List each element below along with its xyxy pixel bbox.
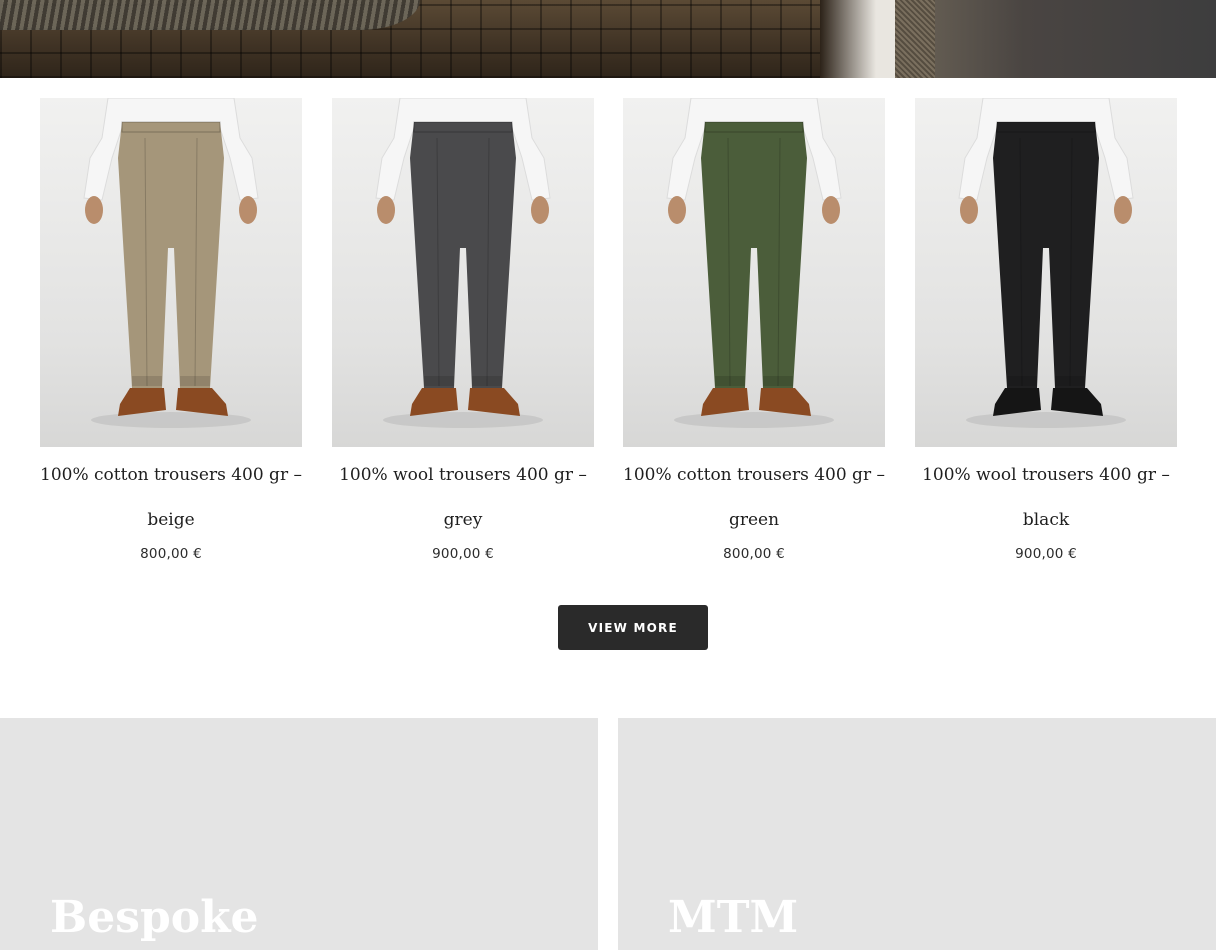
product-title-line1[interactable]: 100% cotton trousers 400 gr – [623, 465, 885, 485]
product-price: 900,00 € [1015, 546, 1077, 562]
product-title-line2[interactable]: beige [147, 510, 194, 530]
right-hand [822, 196, 840, 224]
hero-fabric-right [895, 0, 1216, 78]
waistband [121, 121, 221, 133]
product-price: 900,00 € [432, 546, 494, 562]
category-card-bespoke[interactable]: Bespoke [0, 718, 598, 950]
view-more-button[interactable]: VIEW MORE [558, 605, 708, 650]
left-shoe [993, 388, 1041, 416]
product-price: 800,00 € [723, 546, 785, 562]
product-card-black[interactable]: 100% wool trousers 400 gr – black 900,00… [915, 98, 1177, 562]
model-illustration [666, 98, 842, 428]
product-image[interactable] [40, 98, 302, 447]
product-title[interactable]: 100% cotton trousers 400 gr – beige [40, 447, 302, 543]
product-card-green[interactable]: 100% cotton trousers 400 gr – green 800,… [623, 98, 885, 562]
left-cuff [1007, 376, 1037, 386]
product-title[interactable]: 100% wool trousers 400 gr – black [915, 447, 1177, 543]
right-cuff [1055, 376, 1085, 386]
product-image[interactable] [623, 98, 885, 447]
right-shoe [759, 388, 811, 416]
product-title-line2[interactable]: green [729, 510, 779, 530]
product-title-line1[interactable]: 100% cotton trousers 400 gr – [40, 465, 302, 485]
trousers-shape [993, 122, 1099, 388]
hero-fabric-swatch [0, 0, 420, 30]
right-cuff [472, 376, 502, 386]
product-image[interactable] [332, 98, 594, 447]
product-card-beige[interactable]: 100% cotton trousers 400 gr – beige 800,… [40, 98, 302, 562]
trousers-shape [701, 122, 807, 388]
right-shoe [176, 388, 228, 416]
right-hand [239, 196, 257, 224]
model-illustration [83, 98, 259, 428]
right-cuff [180, 376, 210, 386]
product-card-grey[interactable]: 100% wool trousers 400 gr – grey 900,00 … [332, 98, 594, 562]
left-shoe [410, 388, 458, 416]
model-illustration [375, 98, 551, 428]
product-title-line1[interactable]: 100% wool trousers 400 gr – [922, 465, 1170, 485]
product-title[interactable]: 100% wool trousers 400 gr – grey [332, 447, 594, 543]
product-image[interactable] [915, 98, 1177, 447]
right-hand [1114, 196, 1132, 224]
right-shoe [1051, 388, 1103, 416]
product-title-line2[interactable]: grey [444, 510, 483, 530]
left-hand [85, 196, 103, 224]
waistband [996, 121, 1096, 133]
hero-tweed-edge [895, 0, 935, 78]
waistband [704, 121, 804, 133]
left-cuff [424, 376, 454, 386]
model-illustration [958, 98, 1134, 428]
category-title[interactable]: MTM [668, 896, 798, 940]
left-hand [960, 196, 978, 224]
right-cuff [763, 376, 793, 386]
waistband [413, 121, 513, 133]
product-title-line1[interactable]: 100% wool trousers 400 gr – [339, 465, 587, 485]
right-shoe [468, 388, 520, 416]
left-hand [668, 196, 686, 224]
product-price: 800,00 € [140, 546, 202, 562]
trousers-shape [118, 122, 224, 388]
hero-divider [820, 0, 900, 78]
right-hand [531, 196, 549, 224]
product-title-line2[interactable]: black [1023, 510, 1069, 530]
category-title[interactable]: Bespoke [50, 896, 259, 940]
left-cuff [715, 376, 745, 386]
left-shoe [118, 388, 166, 416]
category-card-mtm[interactable]: MTM [618, 718, 1216, 950]
left-hand [377, 196, 395, 224]
trousers-shape [410, 122, 516, 388]
product-title[interactable]: 100% cotton trousers 400 gr – green [623, 447, 885, 543]
hero-banner-image [0, 0, 1216, 78]
left-shoe [701, 388, 749, 416]
left-cuff [132, 376, 162, 386]
